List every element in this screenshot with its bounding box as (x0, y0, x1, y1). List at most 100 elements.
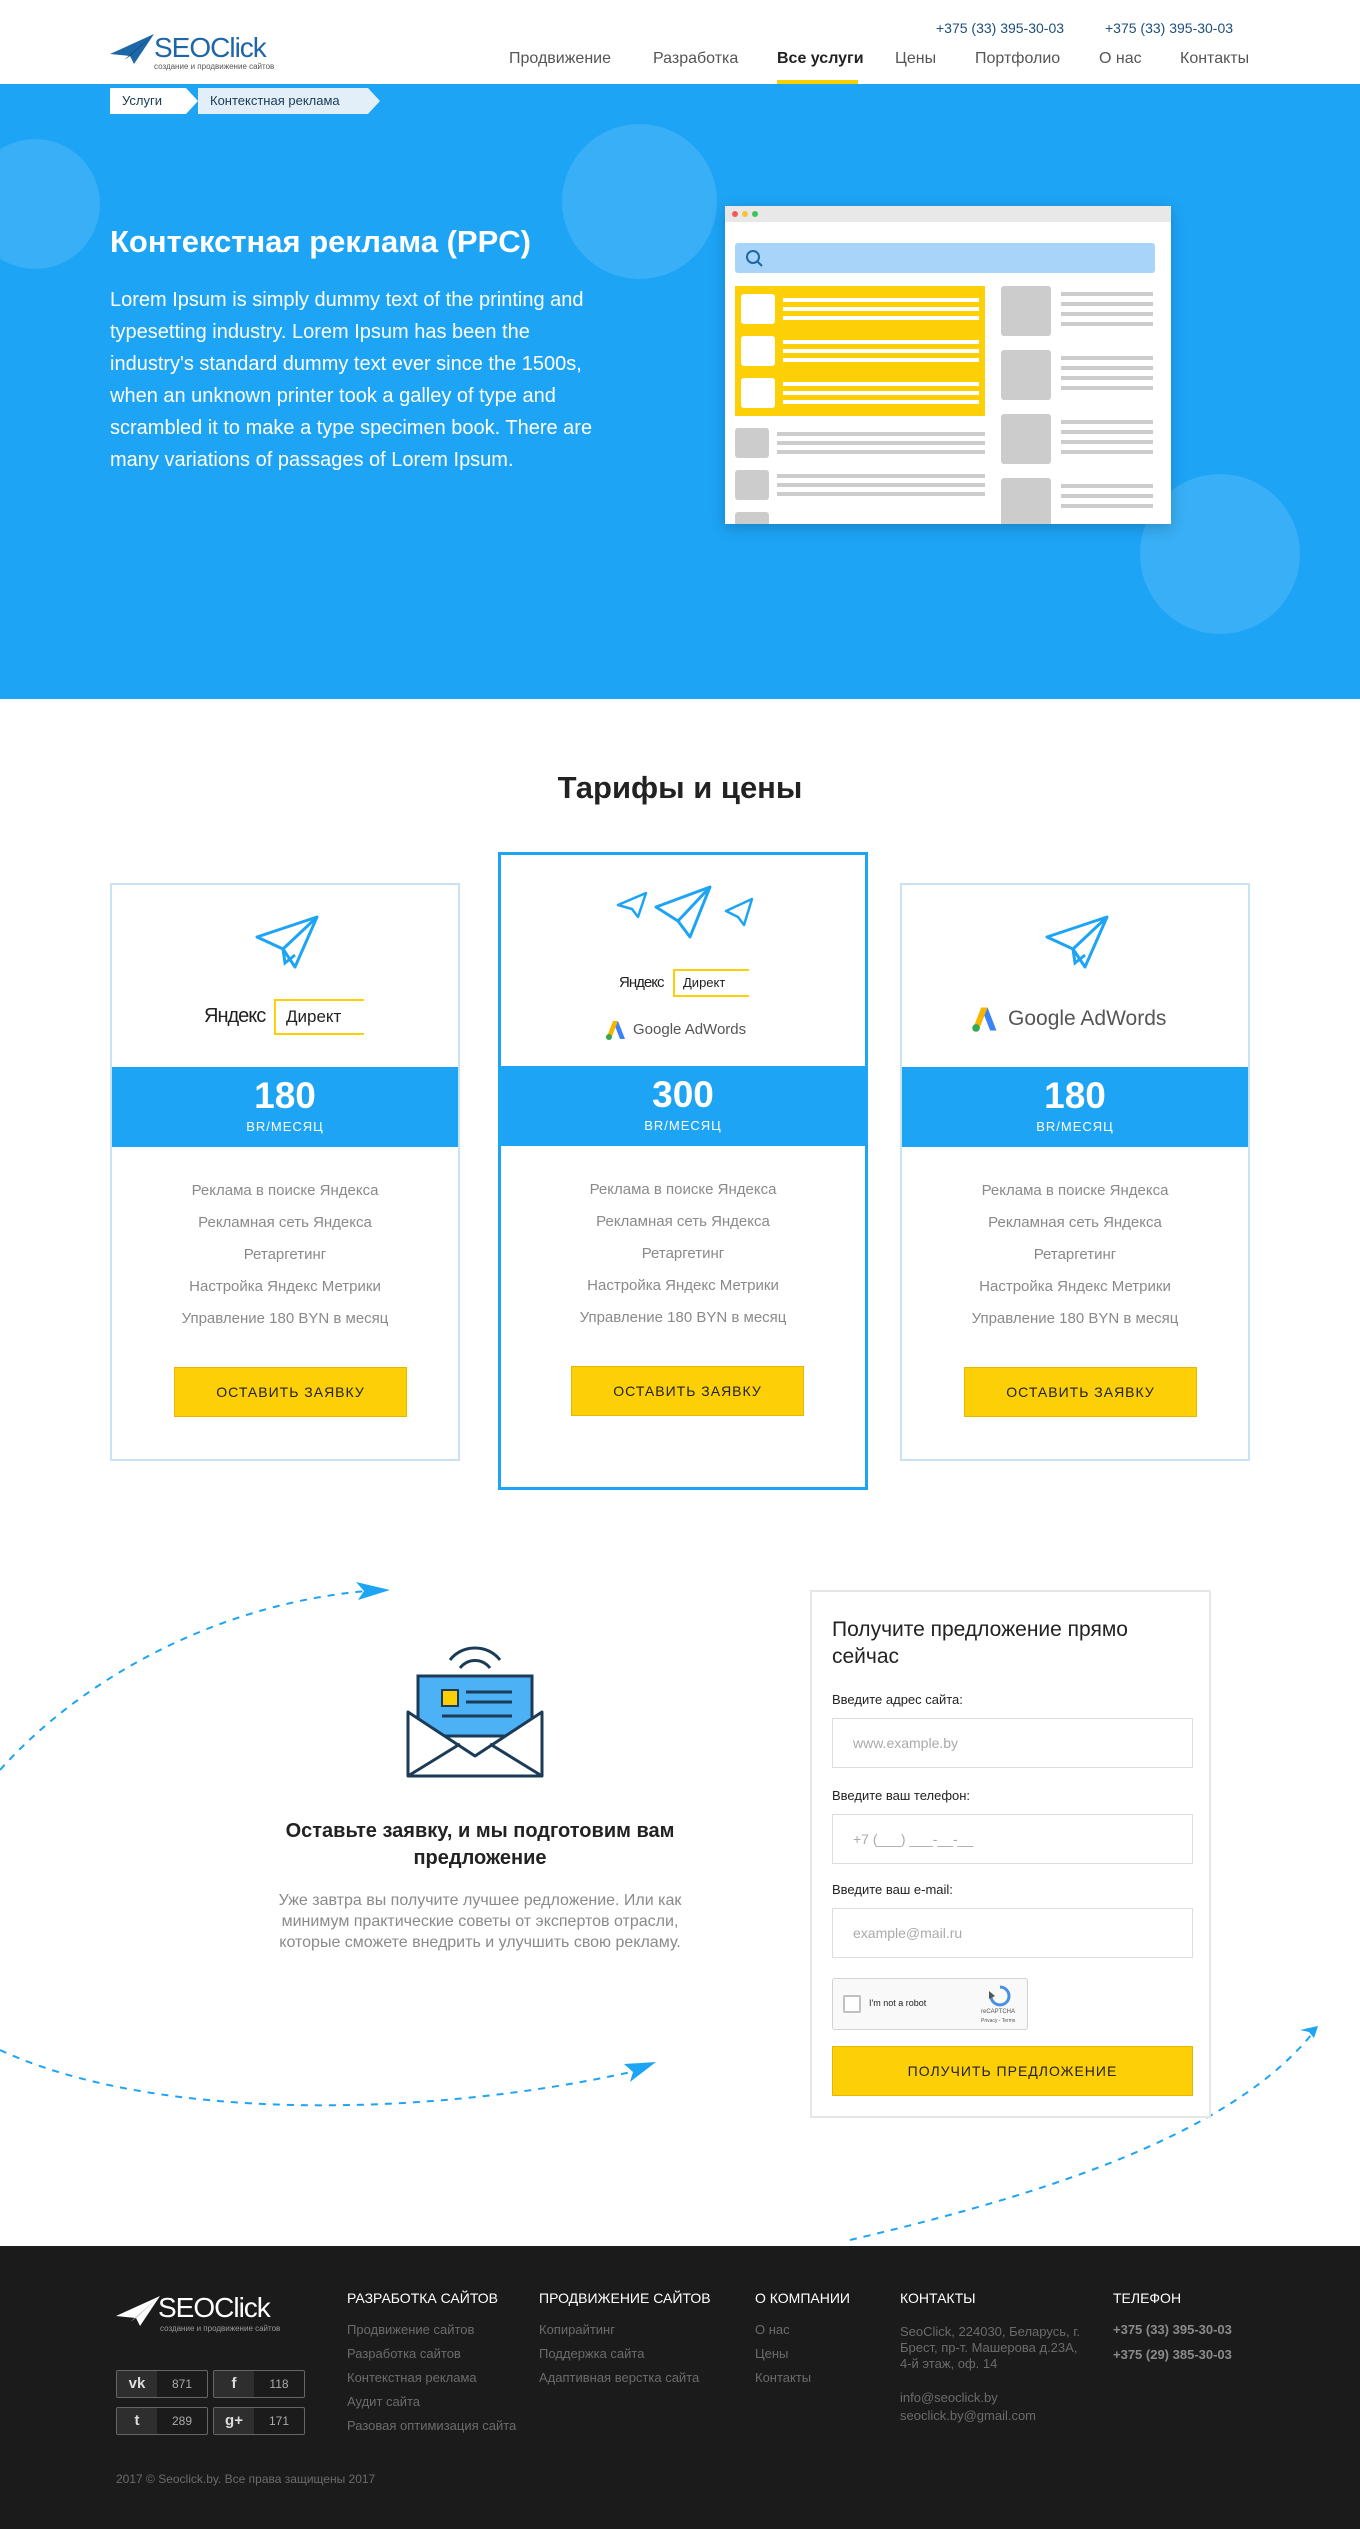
footer-phone-title: ТЕЛЕФОН (1113, 2290, 1182, 2306)
logo-subtitle: создание и продвижение сайтов (154, 62, 275, 71)
social-vk[interactable]: vk 871 (116, 2370, 208, 2398)
cta-description: Уже завтра вы получите лучшее редложение… (278, 1892, 682, 1951)
feature-item: Рекламная сеть Яндекса (198, 1214, 372, 1231)
tariffs-title: Тарифы и цены (557, 770, 803, 805)
submit-button[interactable]: ПОЛУЧИТЬ ПРЕДЛОЖЕНИЕ (832, 2046, 1193, 2096)
footer-link[interactable]: О нас (755, 2318, 811, 2342)
footer-link[interactable]: Адаптивная верстка сайта (539, 2366, 699, 2390)
footer-link[interactable]: Поддержка сайта (539, 2342, 699, 2366)
search-results-illustration-icon (725, 206, 1171, 524)
feature-item: Настройка Яндекс Метрики (979, 1278, 1171, 1295)
feature-list: Реклама в поиске Яндекса Рекламная сеть … (902, 1175, 1248, 1335)
social-count: 289 (171, 2414, 193, 2428)
feature-item: Управление 180 BYN в месяц (971, 1310, 1179, 1327)
google-adwords-wordmark: Google AdWords (633, 1021, 747, 1038)
feature-item: Ретаргетинг (243, 1246, 327, 1263)
envelope-letter-icon (406, 1646, 544, 1778)
price-value: 300 (652, 1074, 714, 1115)
footer-link[interactable]: Контакты (755, 2366, 811, 2390)
price-period: BR/МЕСЯЦ (644, 1118, 722, 1133)
nav-item-all-services[interactable]: Все услуги (777, 50, 864, 68)
feature-list: Реклама в поиске Яндекса Рекламная сеть … (112, 1175, 458, 1335)
breadcrumb-current: Контекстная реклама (198, 88, 380, 114)
captcha-checkbox[interactable] (843, 1995, 861, 2013)
footer-link[interactable]: Цены (755, 2342, 811, 2366)
yandex-wordmark: Яндекс (204, 1005, 266, 1027)
price-value: 180 (1044, 1075, 1106, 1116)
site-label: Введите адрес сайта: (832, 1692, 963, 1707)
twitter-icon: t (117, 2408, 157, 2434)
footer-logo[interactable]: SEOClick создание и продвижение сайтов (116, 2292, 286, 2333)
nav-item-prices[interactable]: Цены (895, 50, 936, 68)
page-title: Контекстная реклама (PPC) (110, 224, 531, 259)
footer-col-title-company: О КОМПАНИИ (755, 2290, 850, 2306)
footer-link[interactable]: Продвижение сайтов (347, 2318, 516, 2342)
footer-contacts-title: КОНТАКТЫ (900, 2290, 976, 2306)
phone-input[interactable] (832, 1814, 1193, 1864)
price-band: 180 BR/МЕСЯЦ (902, 1067, 1248, 1147)
feature-item: Реклама в поиске Яндекса (981, 1182, 1169, 1199)
header-phone-2[interactable]: +375 (33) 395-30-03 (1105, 20, 1233, 36)
price-band: 300 BR/МЕСЯЦ (501, 1066, 865, 1146)
paper-plane-icon (1045, 915, 1109, 969)
footer-col-title-development: РАЗРАБОТКА САЙТОВ (347, 2290, 498, 2306)
feature-item: Реклама в поиске Яндекса (191, 1182, 379, 1199)
nav-item-portfolio[interactable]: Портфолио (975, 50, 1060, 68)
site-header: SEOClick создание и продвижение сайтов +… (0, 0, 1360, 84)
footer-link[interactable]: Разовая оптимизация сайта (347, 2414, 516, 2438)
email-label: Введите ваш e-mail: (832, 1882, 953, 1897)
cta-title: Оставьте заявку, и мы подготовим вам пре… (285, 1820, 675, 1869)
order-button[interactable]: ОСТАВИТЬ ЗАЯВКУ (964, 1367, 1197, 1417)
breadcrumb-services[interactable]: Услуги (110, 88, 198, 114)
feature-item: Рекламная сеть Яндекса (596, 1213, 770, 1230)
order-button[interactable]: ОСТАВИТЬ ЗАЯВКУ (571, 1366, 804, 1416)
footer-col-development: Продвижение сайтов Разработка сайтов Кон… (347, 2318, 516, 2438)
feature-item: Реклама в поиске Яндекса (589, 1181, 777, 1198)
adwords-icon (606, 1021, 625, 1040)
browser-illustration (725, 206, 1171, 524)
email-input[interactable] (832, 1908, 1193, 1958)
phone-label: Введите ваш телефон: (832, 1788, 971, 1803)
feature-item: Управление 180 BYN в месяц (579, 1309, 787, 1326)
nav-item-contacts[interactable]: Контакты (1180, 50, 1249, 68)
yandex-direct-logo: Яндекс Директ (204, 997, 364, 1037)
social-count: 171 (268, 2414, 290, 2428)
footer-link[interactable]: Разработка сайтов (347, 2342, 516, 2366)
social-twitter[interactable]: t 289 (116, 2407, 208, 2435)
nav-item-development[interactable]: Разработка (653, 50, 738, 68)
social-facebook[interactable]: f 118 (213, 2370, 305, 2398)
tariff-card-google: Google AdWords 180 BR/МЕСЯЦ Реклама в по… (900, 883, 1250, 1461)
price-period: BR/МЕСЯЦ (1036, 1119, 1114, 1134)
order-button[interactable]: ОСТАВИТЬ ЗАЯВКУ (174, 1367, 407, 1417)
nav-item-about[interactable]: О нас (1099, 50, 1142, 68)
feature-list: Реклама в поиске Яндекса Рекламная сеть … (501, 1174, 865, 1334)
recaptcha-widget: I'm not a robot reCAPTCHA Privacy - Term… (832, 1978, 1028, 2030)
feature-item: Настройка Яндекс Метрики (189, 1278, 381, 1295)
paper-plane-logo-icon (116, 2296, 160, 2326)
footer-phone-2[interactable]: +375 (29) 385-30-03 (1113, 2347, 1232, 2362)
social-googleplus[interactable]: g+ 171 (213, 2407, 305, 2435)
hero-section: Услуги Контекстная реклама Контекстная р… (0, 84, 1360, 699)
footer-email-1[interactable]: info@seoclick.by (900, 2390, 998, 2405)
paper-planes-icon (616, 885, 754, 939)
paper-plane-logo-icon (110, 34, 154, 64)
site-input[interactable] (832, 1718, 1193, 1768)
tariff-card-yandex: Яндекс Директ 180 BR/МЕСЯЦ Реклама в пои… (110, 883, 460, 1461)
captcha-links[interactable]: Privacy - Terms (981, 2018, 1015, 2024)
footer-email-2[interactable]: seoclick.by@gmail.com (900, 2408, 1036, 2423)
footer-link[interactable]: Контекстная реклама (347, 2366, 516, 2390)
google-adwords-logo: Google AdWords (605, 1017, 765, 1043)
footer-link[interactable]: Копирайтинг (539, 2318, 699, 2342)
footer-col-promotion: Копирайтинг Поддержка сайта Адаптивная в… (539, 2318, 699, 2390)
logo-text: SEOClick (154, 32, 267, 63)
nav-item-promotion[interactable]: Продвижение (509, 50, 611, 68)
price-value: 180 (254, 1075, 316, 1116)
form-title: Получите предложение прямо сейчас (832, 1618, 1128, 1668)
footer-phone-1[interactable]: +375 (33) 395-30-03 (1113, 2322, 1232, 2337)
footer-link[interactable]: Аудит сайта (347, 2390, 516, 2414)
logo[interactable]: SEOClick создание и продвижение сайтов (110, 30, 280, 74)
footer-logo-text: SEOClick (158, 2292, 271, 2323)
social-count: 871 (171, 2377, 193, 2391)
vk-icon: vk (117, 2371, 157, 2397)
header-phone-1[interactable]: +375 (33) 395-30-03 (936, 20, 1064, 36)
